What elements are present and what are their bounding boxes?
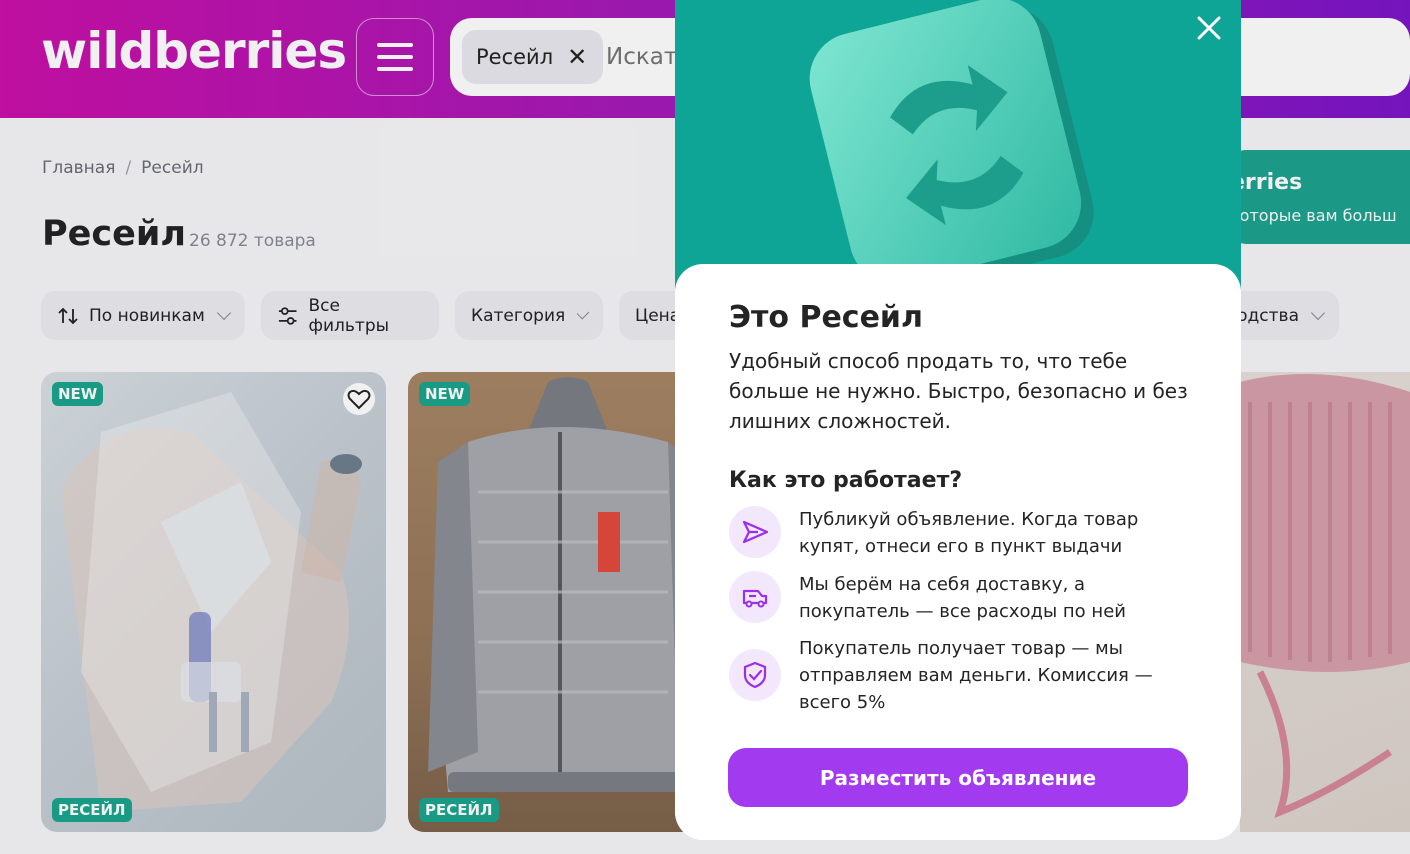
delivery-truck-icon bbox=[729, 571, 781, 623]
step-text: Публикуй объявление. Когда товар купят, … bbox=[799, 509, 1139, 557]
resale-cube-illustration bbox=[809, 0, 1094, 290]
step-text: Покупатель получает товар — мы отправляе… bbox=[799, 638, 1153, 713]
modal-description: Удобный способ продать то, что тебе боль… bbox=[729, 349, 1188, 433]
shield-check-icon bbox=[729, 649, 781, 701]
step-text: Мы берём на себя доставку, а покупатель … bbox=[799, 574, 1126, 622]
post-listing-button[interactable]: Разместить объявление bbox=[728, 748, 1188, 807]
modal-hero bbox=[675, 0, 1241, 290]
step-item: Мы берём на себя доставку, а покупатель … bbox=[729, 571, 1189, 625]
close-icon[interactable] bbox=[1193, 12, 1225, 44]
step-item: Покупатель получает товар — мы отправляе… bbox=[729, 635, 1189, 716]
send-icon bbox=[729, 506, 781, 558]
how-it-works-heading: Как это работает? bbox=[729, 468, 963, 493]
resale-info-modal: Это Ресейл Удобный способ продать то, чт… bbox=[675, 0, 1241, 840]
step-item: Публикуй объявление. Когда товар купят, … bbox=[729, 506, 1189, 560]
modal-title: Это Ресейл bbox=[729, 300, 923, 335]
modal-body: Это Ресейл Удобный способ продать то, чт… bbox=[675, 264, 1241, 840]
